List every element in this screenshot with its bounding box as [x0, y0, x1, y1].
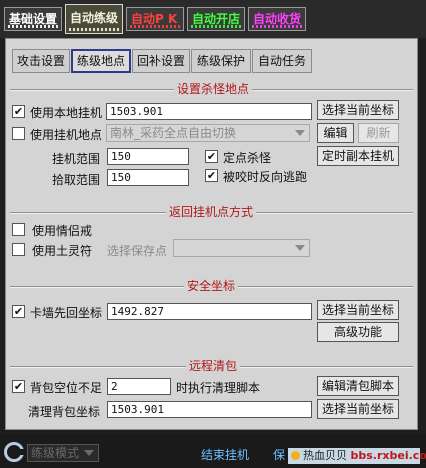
pick-range-label: 拾取范围	[52, 173, 101, 187]
watermark-bee-icon	[291, 451, 300, 460]
section-title-safe-coord: 安全坐标	[184, 277, 239, 294]
timed-dungeon-button[interactable]: 定时副本挂机	[317, 146, 399, 166]
mode-select[interactable]: 练级模式	[27, 444, 99, 462]
run-script-label: 时执行清理脚本	[176, 381, 261, 395]
use-hang-spot-label: 使用挂机地点	[30, 128, 103, 142]
edit-button[interactable]: 编辑	[317, 123, 354, 143]
save-point-select[interactable]	[173, 239, 310, 257]
pick-range-input[interactable]: 150	[107, 169, 189, 186]
wall-return-label: 卡墙先回坐标	[30, 306, 103, 320]
chevron-down-icon	[84, 450, 94, 456]
edit-clear-script-button[interactable]: 编辑清包脚本	[317, 376, 399, 396]
reverse-escape-label: 被咬时反向逃跑	[223, 170, 308, 184]
bag-slots-label: 背包空位不足	[30, 381, 103, 395]
chevron-down-icon	[295, 130, 305, 136]
use-couple-ring-label: 使用情侣戒	[32, 224, 93, 238]
wall-return-checkbox[interactable]: ✔	[12, 305, 25, 318]
reverse-escape-checkbox[interactable]: ✔	[205, 169, 218, 182]
tab-auto-shop[interactable]: 自动开店	[187, 7, 245, 31]
select-current-coord-button[interactable]: 选择当前坐标	[317, 100, 399, 120]
use-earth-talisman-label: 使用土灵符	[32, 244, 93, 258]
section-title-remote-clear: 远程清包	[186, 357, 241, 374]
bag-slots-input[interactable]: 2	[107, 378, 171, 395]
hang-spot-select[interactable]: 南林_采药全点自由切换	[106, 124, 310, 142]
fixed-kill-checkbox[interactable]: ✔	[205, 150, 218, 163]
wall-return-coord-input[interactable]: 1492.827	[107, 303, 312, 320]
subtab-attack-settings[interactable]: 攻击设置	[12, 49, 70, 73]
chevron-down-icon	[295, 245, 305, 251]
hang-range-label: 挂机范围	[52, 152, 101, 166]
clear-coord-input[interactable]: 1503.901	[107, 401, 312, 418]
hang-range-input[interactable]: 150	[107, 148, 189, 165]
top-tab-bar: 基础设置 自动练级 自动P K 自动开店 自动收货	[0, 0, 426, 38]
section-title-kill-spot: 设置杀怪地点	[174, 80, 253, 97]
subtab-auto-quest[interactable]: 自动任务	[252, 49, 312, 73]
clear-coord-label: 清理背包坐标	[28, 405, 101, 419]
clear-select-current-coord-button[interactable]: 选择当前坐标	[317, 399, 399, 419]
tab-basic-settings[interactable]: 基础设置	[4, 7, 62, 31]
tab-auto-purchase[interactable]: 自动收货	[248, 7, 306, 31]
subtab-recovery-settings[interactable]: 回补设置	[132, 49, 190, 73]
local-spot-coord-input[interactable]: 1503.901	[106, 103, 312, 120]
watermark-site: bbs.rxbei.com	[350, 449, 426, 462]
tab-auto-leveling[interactable]: 自动练级	[65, 4, 123, 34]
bag-slots-checkbox[interactable]: ✔	[12, 380, 25, 393]
section-title-return-method: 返回挂机点方式	[166, 203, 257, 220]
hang-spot-select-value: 南林_采药全点自由切换	[110, 126, 237, 140]
use-local-spot-label: 使用本地挂机	[30, 106, 103, 120]
app-logo-icon	[4, 442, 25, 462]
subtab-leveling-protection[interactable]: 练级保护	[191, 49, 251, 73]
fixed-kill-label: 定点杀怪	[223, 151, 272, 165]
use-earth-talisman-checkbox[interactable]	[12, 243, 25, 256]
safe-select-current-coord-button[interactable]: 选择当前坐标	[317, 300, 399, 320]
mode-select-value: 练级模式	[31, 446, 80, 460]
watermark: 热血贝贝 bbs.rxbei.com	[288, 448, 426, 464]
use-hang-spot-checkbox[interactable]	[12, 127, 25, 140]
end-hang-link[interactable]: 结束挂机	[201, 446, 249, 463]
tab-auto-pk[interactable]: 自动P K	[126, 7, 184, 31]
subtab-leveling-location[interactable]: 练级地点	[71, 49, 131, 73]
save-point-label: 选择保存点	[107, 244, 168, 258]
use-couple-ring-checkbox[interactable]	[12, 223, 25, 236]
advanced-functions-button[interactable]: 高级功能	[317, 322, 399, 342]
refresh-button[interactable]: 刷新	[358, 123, 399, 143]
bottom-bar: 练级模式 结束挂机 保 热血贝贝 bbs.rxbei.com	[0, 434, 426, 468]
leveling-location-panel: 攻击设置 练级地点 回补设置 练级保护 自动任务 设置杀怪地点 ✔ 使用本地挂机…	[5, 38, 418, 430]
use-local-spot-checkbox[interactable]: ✔	[12, 105, 25, 118]
save-link[interactable]: 保	[273, 446, 285, 463]
